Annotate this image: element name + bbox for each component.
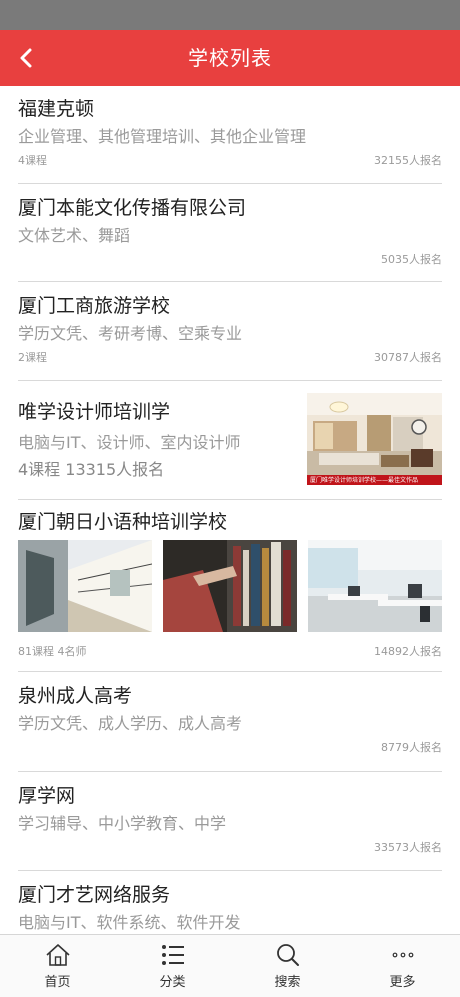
school-item[interactable]: 厦门才艺网络服务 电脑与IT、软件系统、软件开发 [18,870,442,934]
tab-home[interactable]: 首页 [0,935,115,997]
list-icon [161,945,184,965]
enrollment-count: 8779人报名 [381,741,442,754]
school-tags: 文体艺术、舞蹈 [18,226,131,245]
school-tags: 电脑与IT、设计师、室内设计师 [18,433,241,452]
tab-label: 首页 [44,975,71,990]
tab-more[interactable]: 更多 [345,935,460,997]
school-name: 厦门工商旅游学校 [18,295,171,317]
course-teacher-count: 81课程 4名师 [18,645,87,658]
school-photo[interactable]: 厦门唯学设计师培训学校——最佳文作品 [307,393,442,485]
photo-caption: 厦门唯学设计师培训学校——最佳文作品 [310,476,418,484]
school-list: 福建克顿 企业管理、其他管理培训、其他企业管理 4课程 32155人报名 厦门本… [0,86,460,934]
school-name: 福建克顿 [18,98,95,120]
school-tags: 学历文凭、成人学历、成人高考 [18,714,243,733]
school-photo[interactable] [308,540,442,632]
status-bar [0,0,460,30]
school-tags: 学历文凭、考研考博、空乘专业 [18,324,243,343]
school-item[interactable]: 厦门朝日小语种培训学校 81课程 4名师 14892人报名 [18,499,442,672]
school-name: 厚学网 [18,785,76,807]
enrollment-count: 30787人报名 [374,351,442,364]
home-icon [45,944,70,966]
school-tags: 企业管理、其他管理培训、其他企业管理 [18,127,307,146]
school-item[interactable]: 厚学网 学习辅导、中小学教育、中学 33573人报名 [18,771,442,871]
tab-category[interactable]: 分类 [115,935,230,997]
page-title: 学校列表 [188,46,272,70]
search-icon [276,944,299,966]
school-item[interactable]: 福建克顿 企业管理、其他管理培训、其他企业管理 4课程 32155人报名 [18,86,442,184]
school-name: 厦门朝日小语种培训学校 [18,511,228,533]
school-photo[interactable] [163,540,297,632]
school-tags: 电脑与IT、软件系统、软件开发 [18,913,241,932]
school-name: 泉州成人高考 [18,685,133,707]
school-name: 厦门本能文化传播有限公司 [18,197,247,219]
enrollment-count: 14892人报名 [374,645,442,658]
school-tags: 学习辅导、中小学教育、中学 [18,814,227,833]
more-icon [392,952,413,958]
course-count: 2课程 [18,351,47,364]
school-item[interactable]: 厦门本能文化传播有限公司 文体艺术、舞蹈 5035人报名 [18,183,442,282]
school-item[interactable]: 泉州成人高考 学历文凭、成人学历、成人高考 8779人报名 [18,671,442,772]
school-item[interactable]: 唯学设计师培训学 电脑与IT、设计师、室内设计师 4课程 13315人报名 厦门… [18,380,442,500]
tab-label: 分类 [159,975,186,990]
school-name: 厦门才艺网络服务 [18,884,171,906]
header-bar: 学校列表 [0,30,460,86]
enrollment-count: 5035人报名 [381,253,442,266]
school-name: 唯学设计师培训学 [18,401,171,423]
tab-label: 更多 [389,975,416,990]
tab-label: 搜索 [274,975,301,990]
school-stats: 4课程 13315人报名 [18,460,165,479]
course-count: 4课程 [18,154,47,167]
bottom-tab-bar: 首页 分类 搜索 更多 [0,934,460,997]
enrollment-count: 33573人报名 [374,841,442,854]
school-photo[interactable] [18,540,152,632]
school-item[interactable]: 厦门工商旅游学校 学历文凭、考研考博、空乘专业 2课程 30787人报名 [18,281,442,381]
tab-search[interactable]: 搜索 [230,935,345,997]
enrollment-count: 32155人报名 [374,154,442,167]
